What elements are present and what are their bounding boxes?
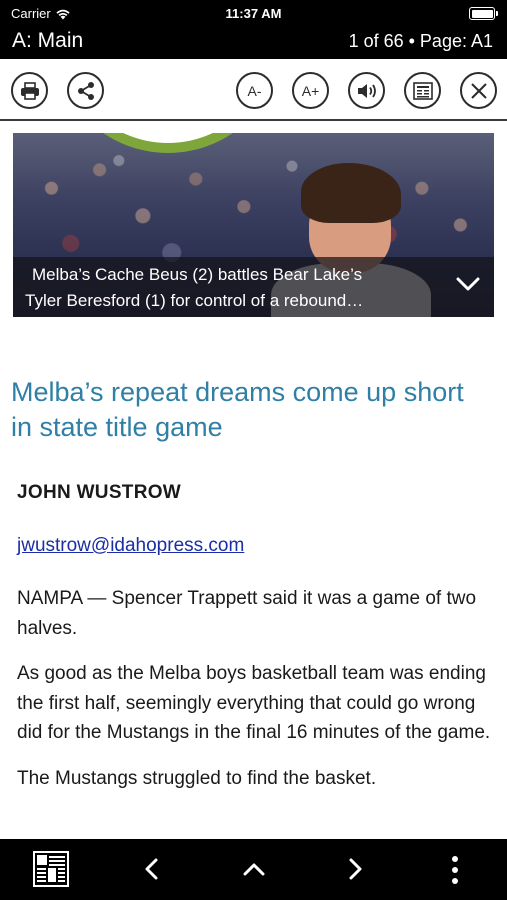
bottom-nav-bar [0, 839, 507, 900]
chevron-left-icon [145, 858, 158, 880]
article-body: NAMPA — Spencer Trappett said it was a g… [17, 584, 495, 809]
newspaper-page-icon [412, 81, 433, 100]
more-vertical-icon [452, 856, 458, 884]
increase-font-label: A+ [301, 82, 320, 99]
pages-button[interactable] [33, 851, 69, 887]
close-icon [470, 82, 487, 99]
section-title: A: Main [12, 29, 84, 52]
page-indicator: 1 of 66 • Page: A1 [348, 31, 493, 51]
photo-caption[interactable]: Melba’s Cache Beus (2) battles Bear Lake… [13, 257, 494, 317]
caption-line: Tyler Beresford (1) for control of a reb… [25, 291, 364, 310]
close-button[interactable] [460, 72, 497, 109]
page-view-button[interactable] [404, 72, 441, 109]
printer-icon [20, 81, 39, 100]
next-page-button[interactable] [345, 857, 365, 881]
share-button[interactable] [67, 72, 104, 109]
status-bar: Carrier 11:37 AM [0, 6, 507, 22]
page-grid-icon [33, 851, 69, 887]
chevron-up-icon [243, 863, 265, 876]
top-bar: Carrier 11:37 AM A: Main 1 of 66 • Page:… [0, 0, 507, 59]
chevron-right-icon [349, 858, 362, 880]
caption-line: Melba’s Cache Beus (2) battles Bear Lake… [32, 265, 363, 284]
decrease-font-button[interactable]: A- [236, 72, 273, 109]
speaker-icon [357, 83, 376, 98]
back-to-top-button[interactable] [242, 860, 266, 878]
battery-icon [469, 7, 498, 20]
print-button[interactable] [11, 72, 48, 109]
previous-page-button[interactable] [142, 857, 162, 881]
audio-button[interactable] [348, 72, 385, 109]
reader-toolbar: A- A+ [0, 59, 507, 121]
clock: 11:37 AM [225, 6, 282, 21]
article-paragraph: As good as the Melba boys basketball tea… [17, 663, 491, 743]
increase-font-button[interactable]: A+ [292, 72, 329, 109]
article-paragraph: NAMPA — Spencer Trappett said it was a g… [17, 588, 477, 639]
more-options-button[interactable] [449, 855, 461, 885]
article-paragraph: The Mustangs struggled to find the baske… [17, 767, 377, 789]
article-headline: Melba’s repeat dreams come up short in s… [11, 377, 464, 442]
author-email-link[interactable]: jwustrow@idahopress.com [17, 535, 244, 557]
decrease-font-label: A- [247, 82, 262, 99]
chevron-down-icon[interactable] [456, 276, 480, 292]
share-icon [77, 81, 94, 100]
article-photo[interactable]: Melba’s Cache Beus (2) battles Bear Lake… [13, 133, 494, 317]
article-author: JOHN WUSTROW [17, 482, 182, 503]
